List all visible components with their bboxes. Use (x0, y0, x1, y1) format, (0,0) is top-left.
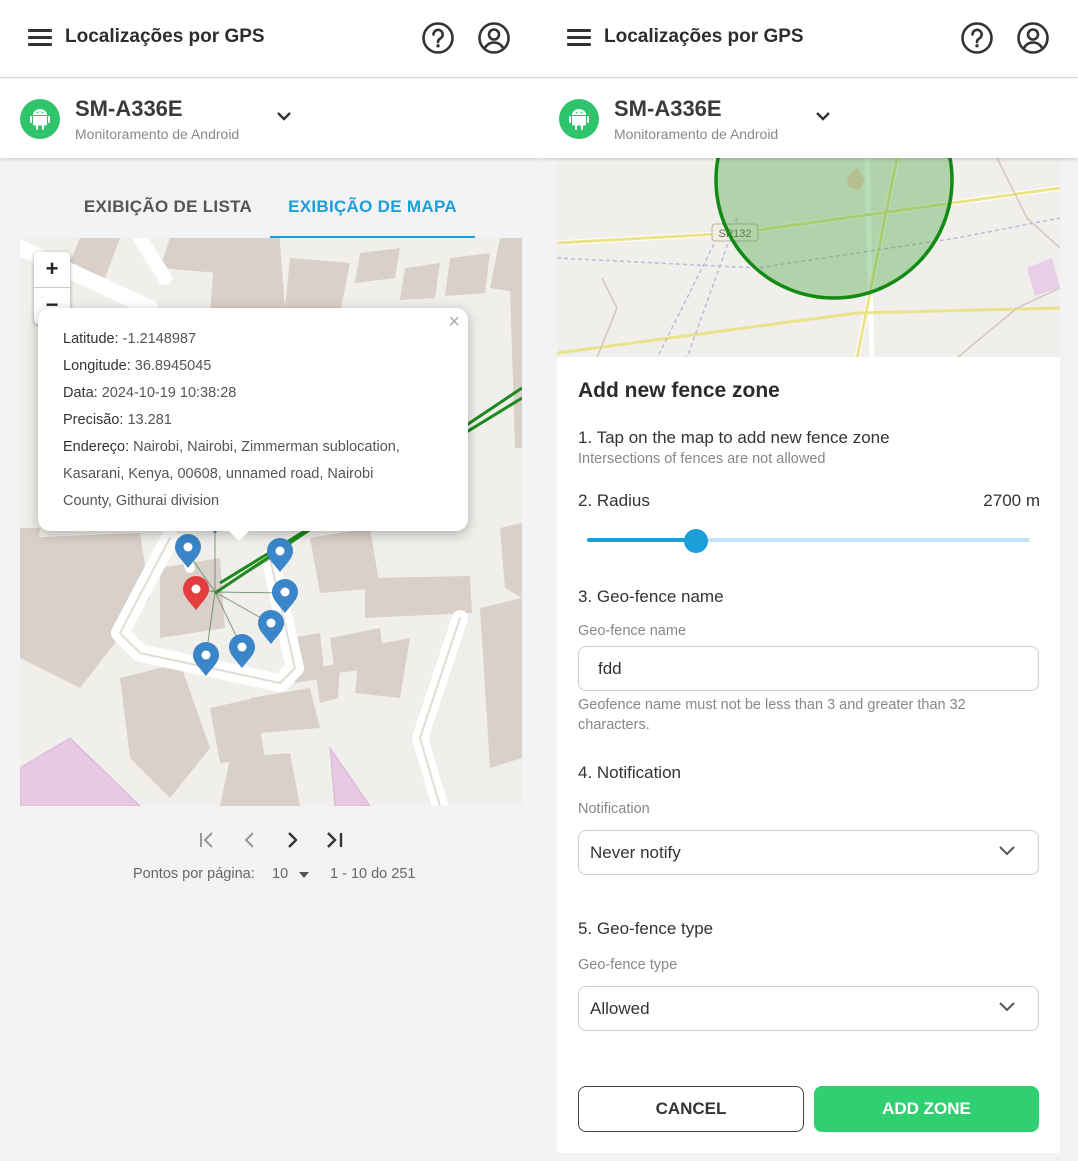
add-fence-form: Add new fence zone 1. Tap on the map to … (557, 357, 1060, 1153)
geofence-panel: Localizações por GPS SM-A336E Monitorame… (539, 0, 1078, 1161)
type-field-label: Geo-fence type (578, 957, 678, 973)
points-per-page-label: Pontos por página: (133, 866, 255, 882)
latitude-row: Latitude: -1.2148987 (63, 326, 443, 353)
date-label: Data: (63, 385, 98, 401)
app-title: Localizações por GPS (65, 26, 265, 47)
radius-slider[interactable] (587, 529, 1030, 553)
longitude-row: Longitude: 36.8945045 (63, 353, 443, 380)
geofence-map[interactable]: SP132 (557, 158, 1060, 358)
notification-select[interactable]: Never notify (578, 830, 1039, 875)
address-value-line3: County, Githurai division (63, 493, 220, 509)
first-page-icon[interactable] (195, 828, 219, 852)
map-canvas[interactable]: + − × Latitude: -1.2148987 Longitude: 36… (20, 238, 522, 806)
device-name: SM-A336E (75, 96, 183, 121)
next-page-icon[interactable] (280, 828, 304, 852)
geofence-type-value: Allowed (590, 999, 650, 1018)
step4-label: 4. Notification (578, 763, 681, 782)
location-popup: × Latitude: -1.2148987 Longitude: 36.894… (38, 308, 468, 531)
chevron-down-icon[interactable] (814, 110, 832, 122)
longitude-value: 36.8945045 (134, 358, 212, 374)
date-value: 2024-10-19 10:38:28 (101, 385, 237, 401)
slider-thumb[interactable] (684, 529, 708, 553)
zoom-in-button[interactable]: + (34, 252, 70, 288)
help-circle-icon[interactable] (960, 21, 994, 55)
view-tabs: EXIBIÇÃO DE LISTA EXIBIÇÃO DE MAPA (20, 178, 522, 238)
notification-value: Never notify (590, 843, 681, 862)
device-subtitle: Monitoramento de Android (75, 126, 240, 142)
pagination-controls (0, 820, 539, 860)
step2-label: 2. Radius (578, 491, 650, 510)
menu-icon[interactable] (28, 29, 52, 47)
caret-down-icon[interactable] (299, 872, 309, 878)
add-zone-button[interactable]: ADD ZONE (814, 1086, 1039, 1132)
app-header: Localizações por GPS (0, 0, 539, 78)
name-helper-text: Geofence name must not be less than 3 an… (578, 697, 966, 733)
precision-label: Precisão: (63, 412, 124, 428)
android-icon (20, 99, 60, 139)
latitude-value: -1.2148987 (122, 331, 197, 347)
precision-row: Precisão: 13.281 (63, 407, 443, 434)
slider-fill (587, 538, 696, 542)
device-subtitle: Monitoramento de Android (614, 126, 779, 142)
fence-circle (714, 158, 954, 300)
form-title: Add new fence zone (578, 379, 780, 402)
name-field-label: Geo-fence name (578, 623, 687, 639)
close-icon[interactable]: × (448, 310, 460, 334)
android-icon (559, 99, 599, 139)
step3-label: 3. Geo-fence name (578, 587, 724, 606)
step1-hint: Intersections of fences are not allowed (578, 451, 826, 467)
geofence-name-input[interactable]: fdd (578, 646, 1039, 691)
page-range: 1 - 10 do 251 (330, 866, 416, 882)
step1-label: 1. Tap on the map to add new fence zone (578, 428, 890, 447)
cancel-button[interactable]: CANCEL (578, 1086, 804, 1132)
address-value-line2: Kasarani, Kenya, 00608, unnamed road, Na… (63, 466, 374, 482)
device-selector[interactable]: SM-A336E Monitoramento de Android (0, 79, 539, 158)
tab-map-view[interactable]: EXIBIÇÃO DE MAPA (270, 178, 475, 238)
app-header: Localizações por GPS (539, 0, 1078, 78)
chevron-down-icon (999, 1002, 1015, 1012)
previous-page-icon[interactable] (238, 828, 262, 852)
address-value-line1: Nairobi, Nairobi, Zimmerman sublocation, (133, 439, 400, 455)
latitude-label: Latitude: (63, 331, 119, 347)
map-view-panel: Localizações por GPS SM-A336E Monitorame… (0, 0, 539, 1161)
device-selector[interactable]: SM-A336E Monitoramento de Android (539, 79, 1078, 158)
longitude-label: Longitude: (63, 358, 131, 374)
last-page-icon[interactable] (323, 828, 347, 852)
tab-list-view[interactable]: EXIBIÇÃO DE LISTA (68, 178, 268, 238)
step5-label: 5. Geo-fence type (578, 919, 714, 938)
device-name: SM-A336E (614, 96, 722, 121)
account-circle-icon[interactable] (477, 21, 511, 55)
help-circle-icon[interactable] (421, 21, 455, 55)
date-row: Data: 2024-10-19 10:38:28 (63, 380, 443, 407)
chevron-down-icon[interactable] (275, 110, 293, 122)
app-title: Localizações por GPS (604, 26, 804, 47)
chevron-down-icon (999, 846, 1015, 856)
menu-icon[interactable] (567, 29, 591, 47)
popup-pointer (228, 530, 250, 541)
account-circle-icon[interactable] (1016, 21, 1050, 55)
address-row: Endereço: Nairobi, Nairobi, Zimmerman su… (63, 434, 443, 461)
notification-field-label: Notification (578, 801, 650, 817)
address-label: Endereço: (63, 439, 130, 455)
points-per-page-select[interactable]: 10 (272, 866, 288, 882)
geofence-map-tiles: SP132 (557, 158, 1060, 358)
radius-value: 2700 m (983, 491, 1040, 510)
precision-value: 13.281 (127, 412, 172, 428)
geofence-type-select[interactable]: Allowed (578, 986, 1039, 1031)
